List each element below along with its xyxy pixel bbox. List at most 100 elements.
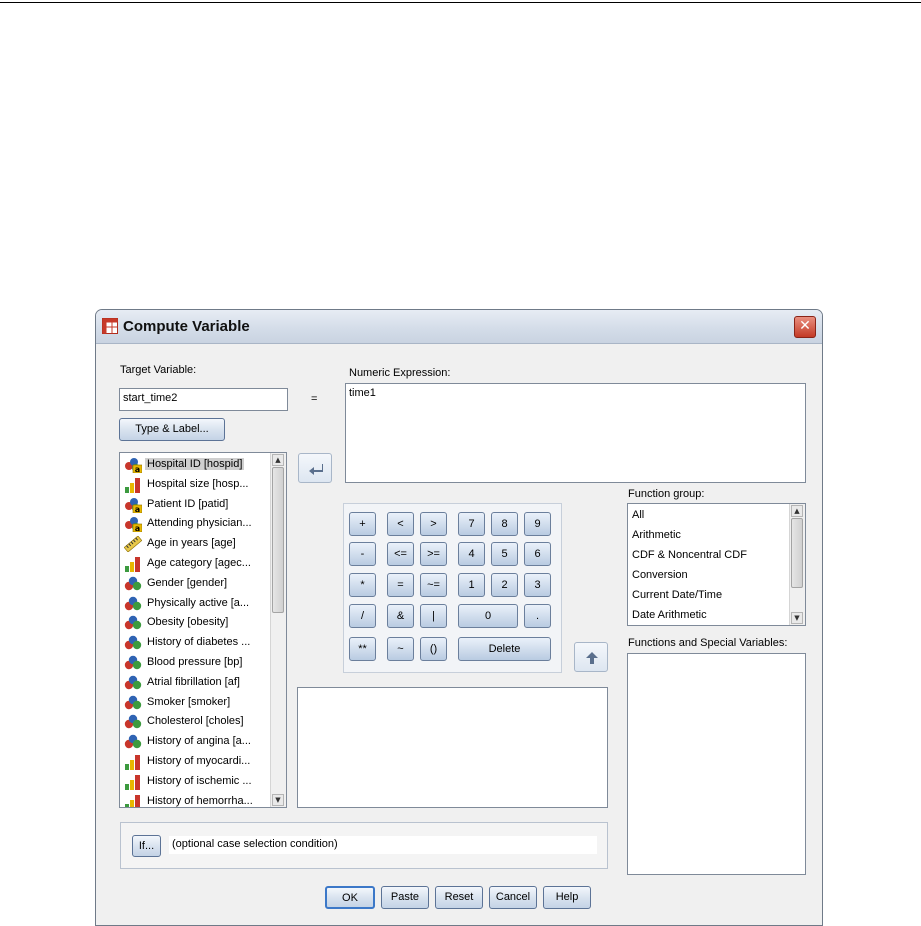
calc-button[interactable]: 8: [491, 512, 518, 536]
variable-list-scrollbar[interactable]: ▲ ▼: [270, 453, 286, 807]
nominal-icon: [124, 596, 142, 610]
spss-table-icon: [102, 318, 118, 334]
svg-text:a: a: [135, 524, 140, 532]
target-variable-label: Target Variable:: [120, 364, 197, 376]
help-button[interactable]: Help: [543, 886, 591, 909]
variable-name: Cholesterol [choles]: [147, 715, 244, 728]
variable-name: Blood pressure [bp]: [147, 656, 243, 668]
variable-name: Physically active [a...: [147, 596, 250, 609]
calc-button[interactable]: |: [420, 604, 447, 628]
if-button[interactable]: If...: [132, 835, 161, 857]
function-group-item[interactable]: All: [632, 509, 644, 521]
calc-button[interactable]: (): [420, 637, 447, 661]
scale-ruler-icon: [124, 536, 142, 553]
variable-list[interactable]: a Hospital ID [hospid] Hospital size [hosp…: [119, 452, 287, 808]
svg-text:a: a: [135, 465, 140, 473]
type-label-button-text: Type & Label...: [135, 423, 209, 435]
scroll-up-icon[interactable]: ▲: [791, 505, 803, 517]
nominal-string-icon: a: [125, 497, 142, 513]
nominal-icon: [124, 695, 142, 709]
variable-name: Smoker [smoker]: [147, 695, 231, 708]
function-group-scrollbar[interactable]: ▲ ▼: [789, 504, 805, 625]
variable-name: Age category [agec...: [147, 557, 251, 569]
target-variable-value: start_time2: [123, 392, 178, 404]
calc-button[interactable]: +: [349, 512, 376, 536]
calc-button[interactable]: Delete: [458, 637, 551, 661]
target-variable-field[interactable]: start_time2: [119, 388, 288, 411]
calc-button[interactable]: /: [349, 604, 376, 628]
calc-button[interactable]: ~=: [420, 573, 447, 597]
scroll-thumb[interactable]: [272, 467, 284, 613]
function-group-list[interactable]: All Arithmetic CDF & Noncentral CDF Convers…: [627, 503, 806, 626]
calc-button[interactable]: 0: [458, 604, 518, 628]
variable-name: History of ischemic ...: [147, 774, 252, 787]
reset-button[interactable]: Reset: [435, 886, 483, 909]
calc-button[interactable]: *: [349, 573, 376, 597]
variable-name: History of diabetes ...: [147, 636, 251, 649]
variable-name: History of angina [a...: [147, 735, 251, 748]
calc-button[interactable]: 2: [491, 573, 518, 597]
calc-button[interactable]: 1: [458, 573, 485, 597]
help-button-text: Help: [555, 891, 579, 903]
calc-button[interactable]: .: [524, 604, 551, 628]
variable-name: Age in years [age]: [147, 537, 236, 550]
scroll-up-icon[interactable]: ▲: [272, 454, 284, 466]
variable-name: Hospital size [hosp...: [147, 477, 249, 490]
nominal-string-icon: a: [125, 517, 142, 533]
calc-button[interactable]: ~: [387, 637, 414, 661]
if-condition-panel: If... (optional case selection condition…: [120, 822, 608, 869]
paste-button-text: Paste: [390, 891, 420, 903]
variable-name: History of myocardi...: [147, 755, 251, 767]
functions-special-label: Functions and Special Variables:: [628, 637, 788, 649]
function-group-item[interactable]: Conversion: [632, 569, 688, 581]
ordinal-icon: [125, 755, 140, 770]
type-label-button[interactable]: Type & Label...: [119, 418, 225, 441]
paste-button[interactable]: Paste: [381, 886, 429, 909]
scroll-thumb[interactable]: [791, 518, 803, 588]
calc-button[interactable]: &: [387, 604, 414, 628]
calc-button[interactable]: -: [349, 542, 376, 566]
function-group-item[interactable]: Date Arithmetic: [632, 609, 707, 621]
function-group-label: Function group:: [628, 488, 705, 500]
move-function-up-button[interactable]: [574, 642, 608, 672]
calc-button[interactable]: 3: [524, 573, 551, 597]
if-button-text: If...: [138, 840, 155, 852]
numeric-expression-field[interactable]: time1: [345, 383, 806, 483]
calc-button[interactable]: 7: [458, 512, 485, 536]
function-group-item[interactable]: CDF & Noncentral CDF: [632, 549, 747, 561]
scroll-down-icon[interactable]: ▼: [272, 794, 284, 806]
ordinal-icon: [125, 557, 140, 572]
calc-button[interactable]: >=: [420, 542, 447, 566]
move-variable-button[interactable]: [298, 453, 332, 483]
functions-special-list[interactable]: [627, 653, 806, 875]
calc-button[interactable]: <: [387, 512, 414, 536]
page-top-rule: [0, 2, 921, 3]
variable-name: Obesity [obesity]: [147, 616, 229, 629]
if-condition-text: (optional case selection condition): [172, 838, 338, 850]
nominal-icon: [124, 675, 142, 689]
close-icon: ✕: [799, 318, 811, 334]
calc-button[interactable]: 5: [491, 542, 518, 566]
scroll-down-icon[interactable]: ▼: [791, 612, 803, 624]
ok-button-text: OK: [342, 892, 358, 904]
variable-name: Gender [gender]: [147, 576, 228, 589]
calc-button[interactable]: =: [387, 573, 414, 597]
calc-button[interactable]: 6: [524, 542, 551, 566]
function-group-item[interactable]: Arithmetic: [632, 529, 681, 541]
cancel-button[interactable]: Cancel: [489, 886, 537, 909]
function-group-item[interactable]: Current Date/Time: [632, 589, 722, 601]
curved-arrow-left-icon: [309, 464, 323, 475]
calc-button[interactable]: 4: [458, 542, 485, 566]
ok-button[interactable]: OK: [325, 886, 375, 909]
calc-button[interactable]: **: [349, 637, 376, 661]
ordinal-icon: [125, 477, 140, 493]
nominal-icon: [124, 616, 142, 630]
function-description-area: [297, 687, 608, 808]
calc-button[interactable]: >: [420, 512, 447, 536]
nominal-string-icon: a: [125, 458, 142, 473]
close-button[interactable]: ✕: [794, 316, 816, 338]
variable-name: Patient ID [patid]: [147, 497, 229, 510]
calc-button[interactable]: <=: [387, 542, 414, 566]
calc-button[interactable]: 9: [524, 512, 551, 536]
dialog-title: Compute Variable: [123, 318, 250, 335]
